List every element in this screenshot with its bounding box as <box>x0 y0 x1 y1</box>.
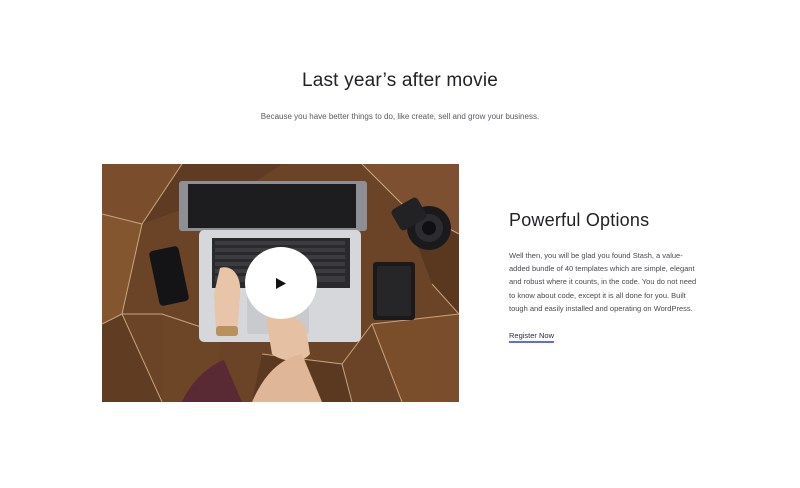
play-button[interactable] <box>245 247 317 319</box>
play-icon <box>276 277 286 289</box>
feature-title: Powerful Options <box>509 210 650 230</box>
section-subtitle: Because you have better things to do, li… <box>260 112 540 121</box>
feature-description: Well then, you will be glad you found St… <box>509 251 697 313</box>
video-thumbnail[interactable] <box>102 164 459 402</box>
section-title: Last year’s after movie <box>301 70 499 91</box>
page: Last year’s after movie Because you have… <box>0 0 800 488</box>
feature-content: Powerful Options Well then, you will be … <box>509 210 699 344</box>
register-now-link[interactable]: Register Now <box>509 331 555 344</box>
